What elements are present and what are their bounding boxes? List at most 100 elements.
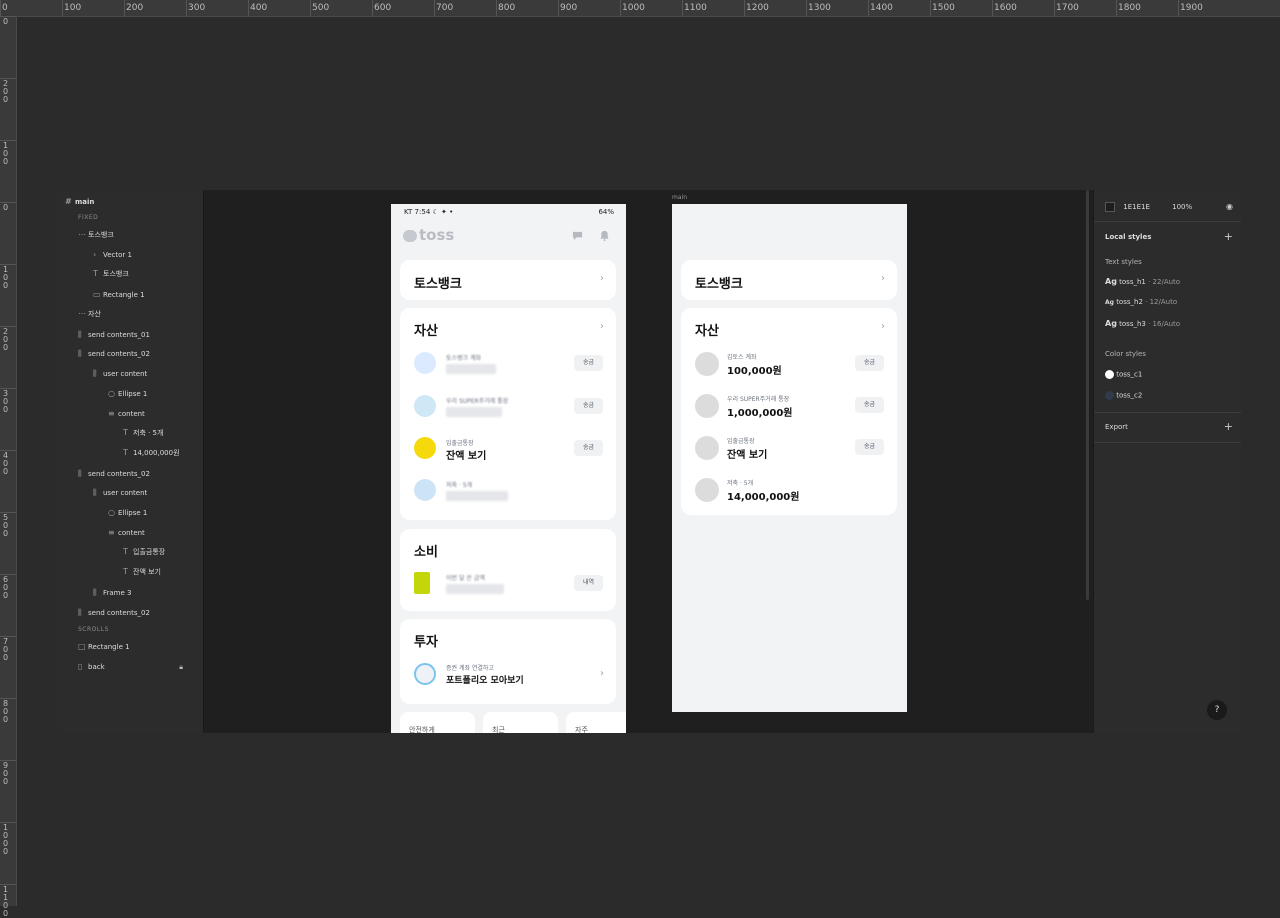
row-value[interactable]: 잔액 보기 [446,447,486,462]
layer-ellipse-b[interactable]: ○ Ellipse 1 [108,507,147,519]
layer-send-contents-01[interactable]: ⫼ send contents_01 [78,329,150,341]
layer-send-contents-02b[interactable]: ⫼ send contents_02 [78,468,150,480]
ruler-tick [496,0,497,16]
transfer-button[interactable]: 송금 [855,397,884,413]
ruler-label: 1300 [808,3,831,13]
layer-user-content[interactable]: ⫼ user content [93,368,147,380]
ruler-label: 500 [3,513,9,538]
text-style-toss-h1[interactable]: Ag toss_h1 · 22/Auto [1105,277,1180,286]
row-value[interactable]: 포트폴리오 모아보기 [446,673,524,686]
woori-bank-icon [414,395,436,417]
frame-label[interactable]: main [672,194,687,201]
transfer-button[interactable]: 송금 [855,439,884,455]
layer-back[interactable]: ▯ back 🔒︎ [78,661,183,673]
transfer-button[interactable]: 송금 [855,355,884,371]
layer-text-tossbank[interactable]: T 토스뱅크 [93,268,129,280]
bell-icon[interactable] [599,230,610,241]
design-frame-main[interactable]: 토스뱅크 › 자산 › 김토스 계좌 100,000원 송금 우리 SUPER주… [672,204,907,712]
row-label: 입출금통장 [727,438,755,445]
canvas-scrollbar[interactable] [1086,190,1089,600]
layer-main[interactable]: # main [65,196,94,208]
stage[interactable]: KT 7:54 ☾ ✦ • 64% toss 토스뱅크 › 자산 › 토스뱅크 … [204,190,1092,733]
layer-ellipse[interactable]: ○ Ellipse 1 [108,388,147,400]
chevron-right-icon[interactable]: › [881,321,885,332]
export-heading: Export [1105,423,1128,431]
fill-opacity[interactable]: 100% [1172,203,1192,211]
assets-title: 자산 [695,324,719,339]
ruler-tick [124,0,125,16]
layer-text-view-balance[interactable]: T 잔액 보기 [123,566,161,578]
chat-icon[interactable] [572,230,583,241]
properties-panel: 1E1E1E 100% ◉ Local styles + Text styles… [1093,190,1241,733]
tossbank-card[interactable]: 토스뱅크 › [400,260,616,300]
text-styles-heading: Text styles [1105,258,1142,266]
text-icon: T [123,428,128,437]
tossbank-card[interactable]: 토스뱅크 › [681,260,897,300]
add-export-icon[interactable]: + [1224,420,1233,433]
text-style-toss-h2[interactable]: Ag toss_h2 · 12/Auto [1105,298,1177,306]
ruler-label: 200 [3,79,9,104]
ruler-label: 1500 [932,3,955,13]
layer-content[interactable]: ≡ content [108,408,145,420]
layer-assets[interactable]: ⋯ 자산 [78,308,101,320]
layer-user-content-b[interactable]: ⫼ user content [93,487,147,499]
ruler-label: 1100 [684,3,707,13]
layer-vector[interactable]: › Vector 1 [93,249,132,261]
layer-content-b[interactable]: ≡ content [108,527,145,539]
color-style-toss-c2[interactable]: toss_c2 [1105,391,1142,400]
transfer-button[interactable]: 송금 [574,355,603,371]
layer-rectangle-scroll[interactable]: □ Rectangle 1 [78,641,130,653]
transfer-button[interactable]: 송금 [574,440,603,456]
rectangle-icon: □ [78,642,86,651]
layer-send-contents-02[interactable]: ⫼ send contents_02 [78,348,150,360]
ruler-label: 1600 [994,3,1017,13]
ruler-label: 100 [64,3,82,13]
history-button[interactable]: 내역 [574,575,603,591]
divider [1094,221,1241,222]
layer-text-amount[interactable]: T 14,000,000원 [123,447,180,459]
savings-icon [414,479,436,501]
toss-account-icon [414,352,436,374]
tab-recent[interactable]: 최근 [483,712,558,733]
ruler-label: 200 [3,327,9,352]
ruler-tick [930,0,931,16]
tab-safe[interactable]: 안전하게 [400,712,475,733]
fill-swatch[interactable] [1105,202,1115,212]
layer-text-checking[interactable]: T 입출금통장 [123,546,165,558]
layer-tossbank-group[interactable]: ⋯ 토스뱅크 [78,229,114,241]
eye-icon[interactable]: ◉ [1226,202,1233,211]
layer-frame3[interactable]: ⫼ Frame 3 [93,587,132,599]
chevron-right-icon[interactable]: › [600,668,604,679]
auto-layout-icon: ⫼ [93,369,97,378]
layer-rectangle[interactable]: ▭ Rectangle 1 [93,289,145,301]
tossbank-title: 토스뱅크 [695,277,743,292]
color-swatch [1105,391,1114,400]
chevron-right-icon[interactable]: › [600,321,604,332]
color-style-toss-c1[interactable]: toss_c1 [1105,370,1142,379]
ruler-tick [558,0,559,16]
transfer-button[interactable]: 송금 [574,398,603,414]
vertical-ruler: 0 200 100 0 100 200 300 400 500 600 700 800 900 1000 1… [0,16,17,918]
row-label: 이번 달 쓴 금액 [446,575,485,582]
rectangle-icon: ▯ [78,662,83,671]
layer-send-contents-02c[interactable]: ⫼ send contents_02 [78,607,150,619]
fill-hex[interactable]: 1E1E1E [1123,203,1150,211]
help-button[interactable]: ? [1207,700,1227,720]
toss-logo: toss [403,226,454,244]
spending-title: 소비 [414,545,438,560]
ruler-tick [62,0,63,16]
lock-icon[interactable]: 🔒︎ [179,661,183,673]
ruler-label: 100 [3,265,9,290]
layer-text-savings[interactable]: T 저축 · 5개 [123,427,163,439]
ruler-label: 300 [3,389,9,414]
add-style-icon[interactable]: + [1224,230,1233,243]
account-avatar [695,394,719,418]
chevron-right-icon: › [93,250,97,259]
tab-frequent[interactable]: 자주 [566,712,626,733]
text-style-toss-h3[interactable]: Ag toss_h3 · 16/Auto [1105,319,1180,328]
row-label: 저축 · 5개 [727,480,754,487]
row-value: 100,000원 [727,366,782,377]
fill-row[interactable]: 1E1E1E 100% [1105,202,1192,212]
reference-screen[interactable]: KT 7:54 ☾ ✦ • 64% toss 토스뱅크 › 자산 › 토스뱅크 … [391,204,626,733]
ruler-tick [434,0,435,16]
